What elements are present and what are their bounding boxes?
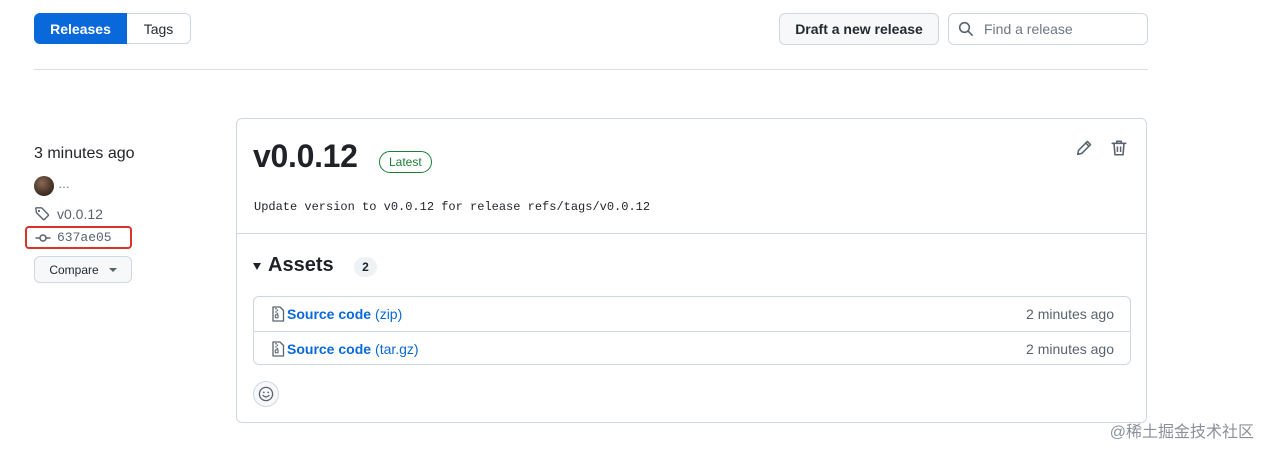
assets-toggle[interactable]: Assets <box>253 254 334 277</box>
triangle-down-icon <box>253 263 261 270</box>
release-published-time: 3 minutes ago <box>34 145 135 162</box>
search-input[interactable] <box>982 20 1146 38</box>
git-commit-icon <box>35 233 51 242</box>
search-icon <box>958 21 973 36</box>
tag-icon <box>35 207 50 221</box>
asset-row[interactable]: Source code (tar.gz) 2 minutes ago <box>254 331 1130 365</box>
compare-button[interactable]: Compare <box>34 256 132 283</box>
release-title[interactable]: v0.0.12 <box>253 138 358 175</box>
find-release-search[interactable] <box>948 13 1148 45</box>
release-notes: Update version to v0.0.12 for release re… <box>254 200 651 214</box>
watermark: @稀土掘金技术社区 <box>1109 424 1254 441</box>
avatar[interactable] <box>34 176 54 196</box>
asset-name[interactable]: Source code <box>287 341 371 357</box>
asset-row[interactable]: Source code (zip) 2 minutes ago <box>254 297 1130 330</box>
caret-down-icon <box>108 267 117 272</box>
assets-list: Source code (zip) 2 minutes ago Source c… <box>253 296 1131 365</box>
release-tag-link[interactable]: v0.0.12 <box>34 206 103 222</box>
asset-name[interactable]: Source code <box>287 306 371 322</box>
assets-count-badge: 2 <box>354 257 377 277</box>
asset-ext[interactable]: (tar.gz) <box>375 341 419 357</box>
asset-time: 2 minutes ago <box>1026 340 1114 357</box>
add-reaction-button[interactable] <box>253 381 279 407</box>
tag-label: v0.0.12 <box>57 206 103 222</box>
card-divider <box>237 233 1146 234</box>
release-tabs: Releases Tags <box>34 13 191 44</box>
file-zip-icon <box>272 305 285 322</box>
tab-tags[interactable]: Tags <box>127 13 191 44</box>
author-name[interactable]: … <box>58 177 70 191</box>
asset-ext[interactable]: (zip) <box>375 306 402 322</box>
commit-link[interactable]: 637ae05 <box>25 226 132 249</box>
header-divider <box>34 69 1148 70</box>
compare-label: Compare <box>49 262 99 277</box>
draft-new-release-button[interactable]: Draft a new release <box>779 13 939 45</box>
commit-sha: 637ae05 <box>57 230 112 245</box>
smiley-icon <box>258 386 274 402</box>
asset-time: 2 minutes ago <box>1026 305 1114 322</box>
pencil-icon[interactable] <box>1075 139 1093 157</box>
latest-badge: Latest <box>379 151 432 173</box>
tab-releases[interactable]: Releases <box>34 13 127 44</box>
assets-title: Assets <box>268 254 334 276</box>
trash-icon[interactable] <box>1110 139 1128 157</box>
file-zip-icon <box>272 340 285 357</box>
